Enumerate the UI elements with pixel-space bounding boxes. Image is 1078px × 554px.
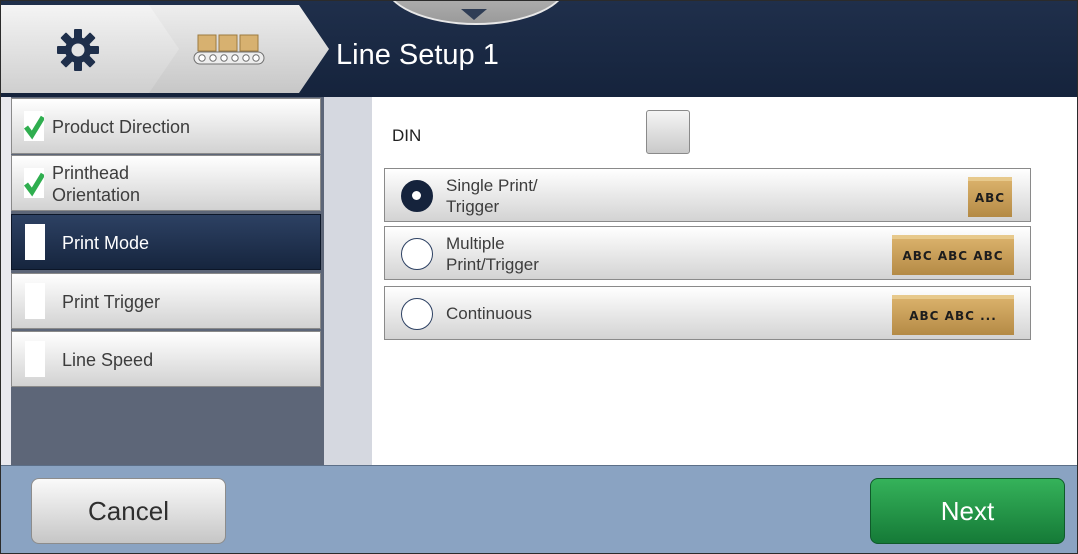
package-image: ABC ABC ...	[892, 295, 1014, 335]
footer-bar: Cancel Next	[1, 465, 1077, 553]
option-label: Continuous	[446, 304, 533, 323]
print-mode-panel: DIN Single Print/ Trigger ABC Multiple P…	[372, 97, 1077, 465]
package-text: ABC ABC ...	[909, 309, 997, 323]
sidebar-item-print-mode[interactable]: Print Mode	[11, 214, 321, 270]
din-checkbox[interactable]	[646, 110, 690, 154]
sidebar-item-printhead-orientation[interactable]: Printhead Orientation	[11, 155, 321, 211]
wizard-steps-panel: Product Direction Printhead Orientation …	[1, 97, 372, 465]
sidebar-item-line-speed[interactable]: Line Speed	[11, 331, 321, 387]
sidebar-item-print-trigger[interactable]: Print Trigger	[11, 273, 321, 329]
cancel-button[interactable]: Cancel	[31, 478, 226, 544]
chevron-down-icon	[461, 9, 487, 20]
check-icon	[24, 168, 44, 198]
option-continuous[interactable]: Continuous ABC ABC ...	[384, 286, 1031, 340]
status-box	[25, 224, 45, 260]
radio-button[interactable]	[401, 180, 433, 212]
radio-button[interactable]	[401, 298, 433, 330]
sidebar-divider	[324, 97, 372, 465]
check-icon	[24, 111, 44, 141]
status-box	[25, 341, 45, 377]
radio-button[interactable]	[401, 238, 433, 270]
conveyor-icon	[193, 34, 265, 65]
din-label: DIN	[392, 126, 422, 145]
package-text: ABC	[974, 191, 1006, 205]
next-button[interactable]: Next	[870, 478, 1065, 544]
option-single-print-trigger[interactable]: Single Print/ Trigger ABC	[384, 168, 1031, 222]
package-image: ABC ABC ABC	[892, 235, 1014, 275]
sidebar-item-product-direction[interactable]: Product Direction	[11, 98, 321, 154]
header-bar: Line Setup 1	[1, 1, 1077, 97]
sidebar-item-label: Product Direction	[52, 117, 191, 137]
option-label: Multiple Print/Trigger	[446, 234, 539, 274]
app-window: Line Setup 1 Product Direction Printhead…	[0, 0, 1078, 554]
page-title: Line Setup 1	[336, 39, 499, 71]
status-box	[25, 283, 45, 319]
sidebar-item-label: Print Mode	[62, 233, 150, 253]
option-multiple-print-trigger[interactable]: Multiple Print/Trigger ABC ABC ABC	[384, 226, 1031, 280]
sidebar-item-label: Printhead Orientation	[52, 163, 141, 205]
sidebar-item-label: Line Speed	[62, 350, 154, 370]
option-label: Single Print/ Trigger	[446, 176, 538, 216]
breadcrumb	[1, 5, 346, 93]
sidebar-item-label: Print Trigger	[62, 292, 161, 312]
package-image: ABC	[968, 177, 1012, 217]
package-text: ABC ABC ABC	[902, 249, 1004, 263]
gear-icon	[57, 29, 99, 71]
